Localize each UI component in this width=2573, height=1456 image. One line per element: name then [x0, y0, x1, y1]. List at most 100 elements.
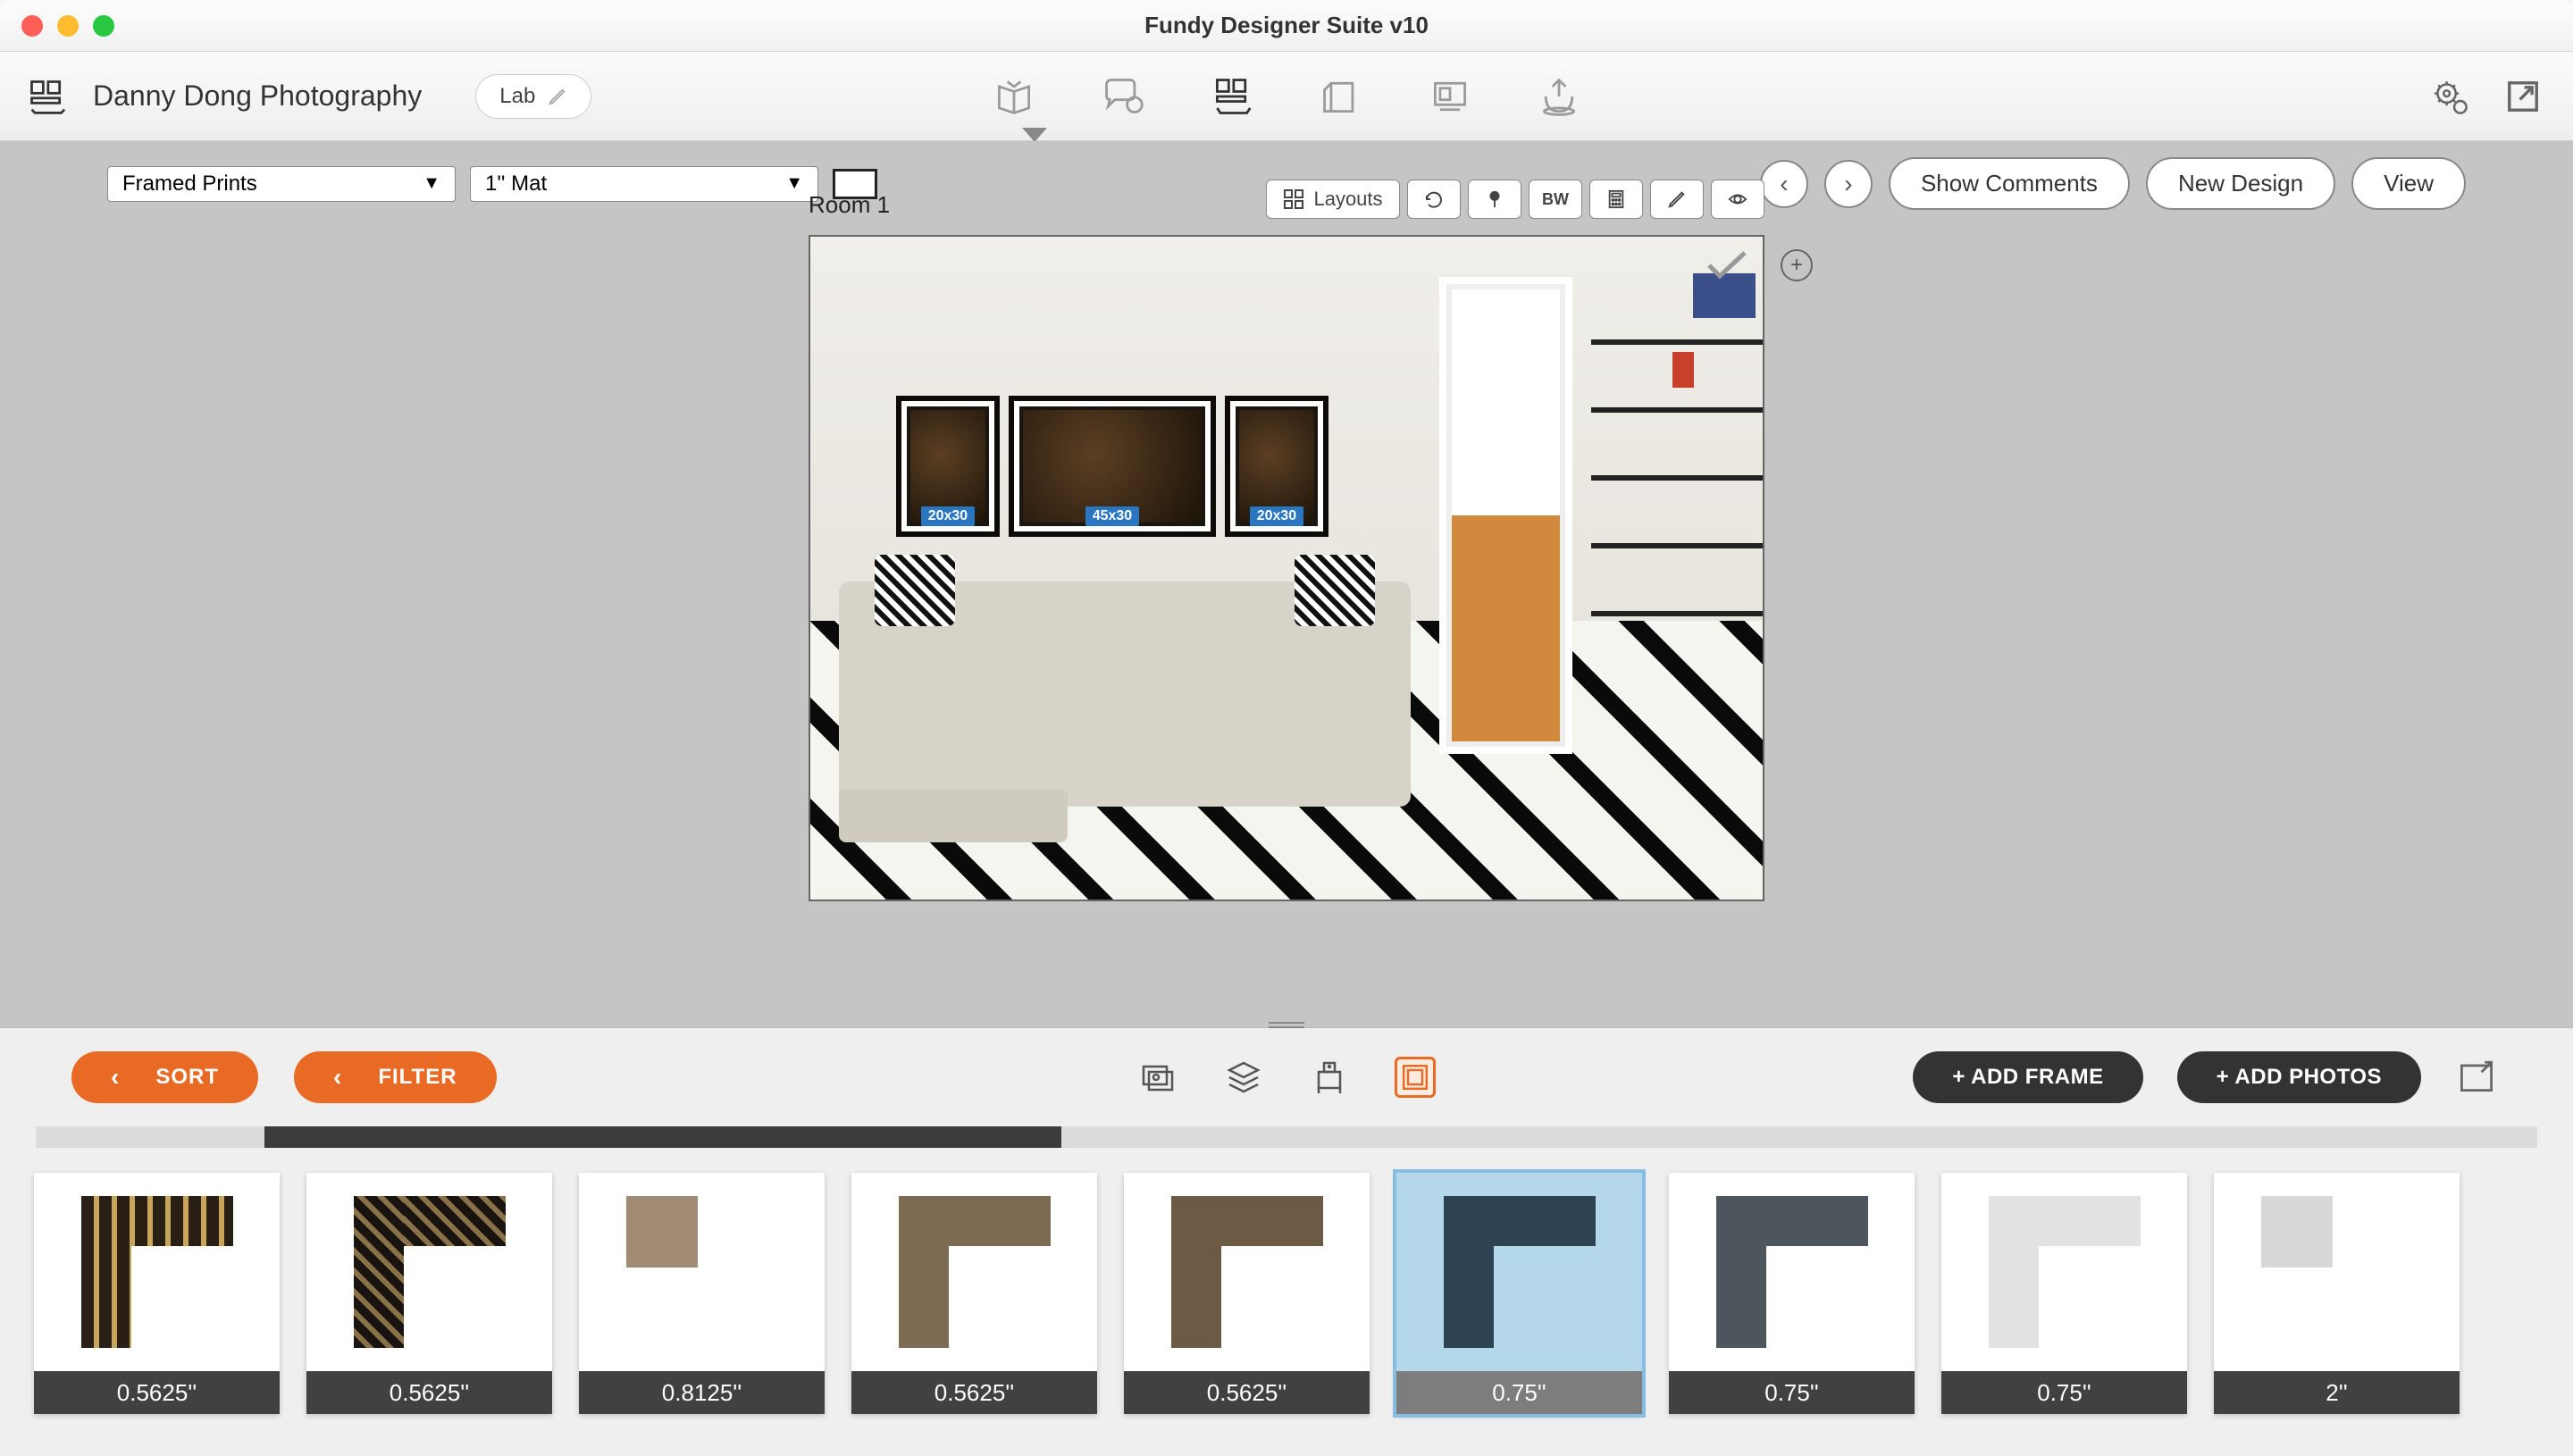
edit-button[interactable] [1650, 180, 1704, 219]
settings-gear-icon[interactable] [2426, 73, 2473, 120]
rotate-button[interactable] [1407, 180, 1461, 219]
chevron-left-icon: ‹ [1780, 170, 1788, 198]
chevron-left-icon: ‹ [111, 1063, 120, 1092]
pin-icon [1485, 189, 1504, 209]
frame-card[interactable]: 0.5625'' [1124, 1173, 1370, 1414]
frame-corner-icon [1989, 1196, 2141, 1348]
filter-button[interactable]: ‹ FILTER [294, 1051, 497, 1103]
frame-card[interactable]: 0.5625'' [851, 1173, 1097, 1414]
wall-frames-group[interactable]: 20x30 45x30 20x30 [896, 396, 1328, 537]
view-button[interactable]: View [2351, 157, 2466, 210]
room-scene [810, 237, 1763, 900]
scrollbar-thumb[interactable] [264, 1126, 1061, 1148]
calculator-button[interactable] [1589, 180, 1643, 219]
frame-preview [1669, 1173, 1915, 1371]
frame-size-label: 0.75'' [1396, 1371, 1642, 1414]
active-mode-indicator-icon [1022, 128, 1047, 142]
external-link-icon[interactable] [2500, 73, 2546, 120]
frame-card[interactable]: 0.8125'' [579, 1173, 825, 1414]
frame-size-label: 0.5625'' [1124, 1371, 1370, 1414]
bw-button[interactable]: BW [1529, 180, 1582, 219]
frame-size-badge: 20x30 [1250, 506, 1304, 526]
frame-card[interactable]: 0.5625'' [34, 1173, 280, 1414]
frame-card[interactable]: 0.75'' [1396, 1173, 1642, 1414]
photos-tab-icon[interactable] [1137, 1057, 1178, 1098]
wall-art-mode-icon[interactable] [1209, 73, 1255, 120]
album-mode-icon[interactable] [991, 73, 1037, 120]
wall-frame[interactable]: 20x30 [896, 396, 1000, 537]
canvas-tools: Layouts BW [1259, 180, 1764, 219]
panel-drag-handle[interactable] [1269, 1019, 1304, 1030]
next-room-button[interactable]: › [1824, 160, 1873, 208]
room-doorway [1439, 277, 1572, 754]
layouts-button[interactable]: Layouts [1266, 180, 1400, 219]
mode-switcher [991, 73, 1582, 120]
frame-preview [851, 1173, 1097, 1371]
eye-icon [1726, 189, 1749, 209]
frame-size-label: 0.8125'' [579, 1371, 825, 1414]
add-photos-button[interactable]: + ADD PHOTOS [2177, 1051, 2421, 1103]
pin-button[interactable] [1468, 180, 1521, 219]
comments-mode-icon[interactable] [1100, 73, 1146, 120]
frame-corner-icon [899, 1196, 1051, 1348]
frame-scrollbar[interactable] [36, 1126, 2537, 1148]
frame-preview [1396, 1173, 1642, 1371]
minimize-window-button[interactable] [57, 15, 79, 37]
add-frame-button[interactable]: + ADD FRAME [1913, 1051, 2142, 1103]
chevron-down-icon: ▼ [785, 173, 803, 194]
frame-card[interactable]: 0.75'' [1669, 1173, 1915, 1414]
frame-corner-icon [1444, 1196, 1596, 1348]
workspace: Framed Prints ▼ 1'' Mat ▼ ‹ › Show Comme… [0, 141, 2573, 1027]
frame-size-label: 0.75'' [1941, 1371, 2187, 1414]
wall-frame[interactable]: 45x30 [1009, 396, 1216, 537]
close-window-button[interactable] [21, 15, 43, 37]
sort-button[interactable]: ‹ SORT [71, 1051, 258, 1103]
prev-room-button[interactable]: ‹ [1760, 160, 1808, 208]
pencil-icon [1667, 189, 1687, 209]
lab-label: Lab [499, 84, 535, 109]
filter-label: FILTER [378, 1065, 457, 1090]
room-canvas[interactable]: 20x30 45x30 20x30 [809, 235, 1764, 901]
maximize-window-button[interactable] [93, 15, 114, 37]
frame-size-badge: 45x30 [1085, 506, 1140, 526]
frame-card[interactable]: 0.5625'' [306, 1173, 552, 1414]
lab-selector[interactable]: Lab [475, 74, 591, 119]
chevron-left-icon: ‹ [333, 1063, 342, 1092]
layers-tab-icon[interactable] [1223, 1057, 1264, 1098]
wall-designer-icon [27, 77, 66, 116]
frame-size-label: 0.5625'' [306, 1371, 552, 1414]
expand-icon[interactable] [2455, 1054, 2502, 1100]
show-comments-button[interactable]: Show Comments [1889, 157, 2130, 210]
canvas-area: Room 1 Layouts [0, 235, 2573, 901]
add-room-button[interactable]: + [1781, 249, 1813, 281]
grid-icon [1283, 188, 1304, 210]
layouts-label: Layouts [1313, 188, 1382, 211]
frame-size-badge: 20x30 [921, 506, 976, 526]
chevron-right-icon: › [1844, 170, 1852, 198]
frame-card[interactable]: 0.75'' [1941, 1173, 2187, 1414]
rooms-tab-icon[interactable] [1309, 1057, 1350, 1098]
frames-tab-icon[interactable] [1395, 1057, 1436, 1098]
frame-size-label: 0.75'' [1669, 1371, 1915, 1414]
toolbar-right [2426, 73, 2546, 120]
frame-preview [2214, 1173, 2460, 1371]
wall-frame[interactable]: 20x30 [1225, 396, 1328, 537]
plus-icon: + [1790, 253, 1803, 278]
approve-check-icon[interactable] [1706, 249, 1748, 281]
window-titlebar: Fundy Designer Suite v10 [0, 0, 2573, 52]
cards-mode-icon[interactable] [1318, 73, 1364, 120]
frame-corner-icon [1716, 1196, 1868, 1348]
product-type-value: Framed Prints [122, 172, 257, 197]
slideshow-mode-icon[interactable] [1427, 73, 1473, 120]
product-type-select[interactable]: Framed Prints ▼ [107, 166, 456, 202]
frame-preview [306, 1173, 552, 1371]
new-design-button[interactable]: New Design [2146, 157, 2335, 210]
export-mode-icon[interactable] [1536, 73, 1582, 120]
frame-preview [579, 1173, 825, 1371]
mat-option-select[interactable]: 1'' Mat ▼ [470, 166, 818, 202]
visibility-button[interactable] [1711, 180, 1764, 219]
frame-corner-icon [2261, 1196, 2413, 1348]
frame-card[interactable]: 2'' [2214, 1173, 2460, 1414]
frame-corner-icon [1171, 1196, 1323, 1348]
mat-option-value: 1'' Mat [485, 172, 547, 197]
